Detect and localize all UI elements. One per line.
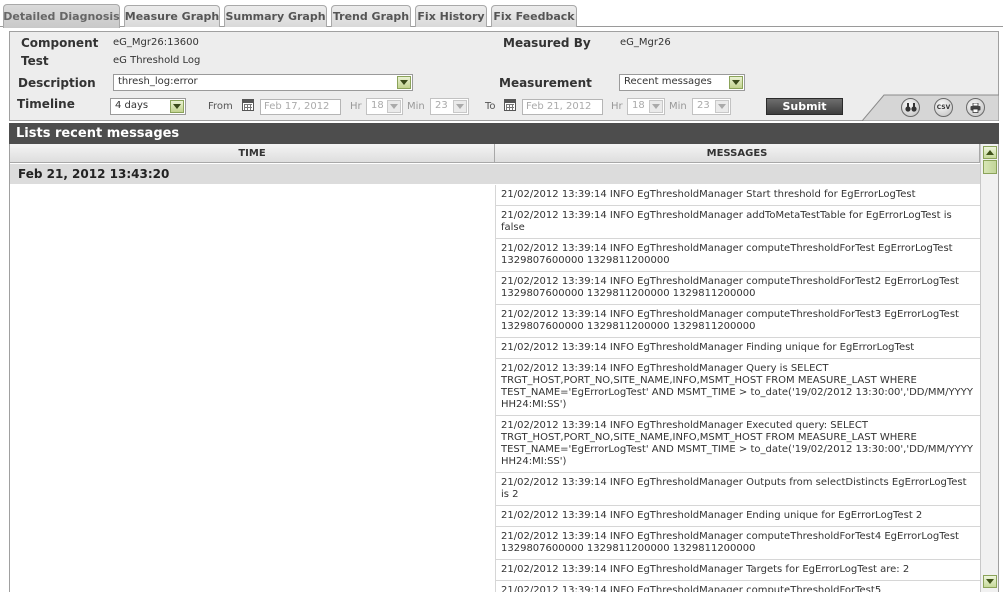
message-row: 21/02/2012 13:39:14 INFO EgThresholdMana… <box>495 305 980 338</box>
measurement-select-value: Recent messages <box>624 76 712 87</box>
to-hour-value: 18 <box>632 100 645 111</box>
measured-by-label: Measured By <box>503 36 591 50</box>
export-toolbar: CSV <box>862 94 999 121</box>
measurement-label: Measurement <box>499 76 592 90</box>
chevron-down-icon[interactable] <box>387 100 401 113</box>
time-group-row: Feb 21, 2012 13:43:20 <box>10 164 980 184</box>
test-value: eG Threshold Log <box>113 55 201 66</box>
scroll-up-icon[interactable] <box>983 146 997 159</box>
column-header-messages[interactable]: MESSAGES <box>495 144 980 163</box>
tab-trend-graph[interactable]: Trend Graph <box>331 5 411 27</box>
measured-by-value: eG_Mgr26 <box>620 37 671 48</box>
tab-summary-graph[interactable]: Summary Graph <box>224 5 327 27</box>
message-row: 21/02/2012 13:39:14 INFO EgThresholdMana… <box>495 239 980 272</box>
description-select[interactable]: thresh_log:error <box>113 74 413 91</box>
description-label: Description <box>18 76 96 90</box>
column-header-time[interactable]: TIME <box>10 144 495 163</box>
to-min-label: Min <box>669 101 687 112</box>
to-minute-select[interactable]: 23 <box>692 98 731 115</box>
timeline-label: Timeline <box>17 97 75 111</box>
from-hr-label: Hr <box>350 101 362 112</box>
binoculars-icon[interactable] <box>901 98 920 117</box>
scrollbar-thumb[interactable] <box>983 160 997 174</box>
description-select-value: thresh_log:error <box>118 76 198 87</box>
from-minute-select[interactable]: 23 <box>430 98 469 115</box>
results-table: TIME MESSAGES Feb 21, 2012 13:43:20 21/0… <box>9 144 999 592</box>
measurement-select[interactable]: Recent messages <box>619 74 745 91</box>
message-row: 21/02/2012 13:39:14 INFO EgThresholdMana… <box>495 359 980 416</box>
from-hour-value: 18 <box>371 100 384 111</box>
from-hour-select[interactable]: 18 <box>366 98 403 115</box>
vertical-scrollbar[interactable] <box>980 144 998 592</box>
results-title: Lists recent messages <box>9 123 999 144</box>
chevron-down-icon[interactable] <box>729 76 743 89</box>
csv-icon[interactable]: CSV <box>934 98 953 117</box>
message-row: 21/02/2012 13:39:14 INFO EgThresholdMana… <box>495 272 980 305</box>
chevron-down-icon[interactable] <box>397 76 411 89</box>
chevron-down-icon[interactable] <box>453 100 467 113</box>
to-label: To <box>485 101 496 112</box>
submit-button[interactable]: Submit <box>766 98 843 115</box>
component-label: Component <box>21 36 99 50</box>
message-row: 21/02/2012 13:39:14 INFO EgThresholdMana… <box>495 338 980 359</box>
message-row: 21/02/2012 13:39:14 INFO EgThresholdMana… <box>495 506 980 527</box>
message-row: 21/02/2012 13:39:14 INFO EgThresholdMana… <box>495 581 980 592</box>
to-minute-value: 23 <box>697 100 710 111</box>
tab-bar: Detailed Diagnosis Measure Graph Summary… <box>0 0 1003 28</box>
test-label: Test <box>21 54 49 68</box>
messages-list: 21/02/2012 13:39:14 INFO EgThresholdMana… <box>495 185 980 592</box>
scroll-down-icon[interactable] <box>983 575 997 588</box>
chevron-down-icon[interactable] <box>649 100 663 113</box>
chevron-down-icon[interactable] <box>715 100 729 113</box>
timeline-select[interactable]: 4 days <box>110 98 186 115</box>
calendar-icon[interactable] <box>504 99 516 111</box>
tab-fix-feedback[interactable]: Fix Feedback <box>491 5 577 27</box>
chevron-down-icon[interactable] <box>170 100 184 113</box>
from-min-label: Min <box>407 101 425 112</box>
message-row: 21/02/2012 13:39:14 INFO EgThresholdMana… <box>495 560 980 581</box>
to-hr-label: Hr <box>611 101 623 112</box>
print-icon[interactable] <box>966 98 985 117</box>
filter-panel: Component eG_Mgr26:13600 Test eG Thresho… <box>9 31 999 121</box>
tab-fix-history[interactable]: Fix History <box>415 5 487 27</box>
calendar-icon[interactable] <box>242 99 254 111</box>
message-row: 21/02/2012 13:39:14 INFO EgThresholdMana… <box>495 473 980 506</box>
message-row: 21/02/2012 13:39:14 INFO EgThresholdMana… <box>495 416 980 473</box>
from-minute-value: 23 <box>435 100 448 111</box>
tab-measure-graph[interactable]: Measure Graph <box>124 5 220 27</box>
to-date-field[interactable]: Feb 21, 2012 <box>522 99 603 115</box>
from-date-field[interactable]: Feb 17, 2012 <box>260 99 341 115</box>
message-row: 21/02/2012 13:39:14 INFO EgThresholdMana… <box>495 185 980 206</box>
to-hour-select[interactable]: 18 <box>627 98 665 115</box>
message-row: 21/02/2012 13:39:14 INFO EgThresholdMana… <box>495 206 980 239</box>
timeline-select-value: 4 days <box>115 100 149 111</box>
from-label: From <box>208 101 233 112</box>
component-value: eG_Mgr26:13600 <box>113 37 199 48</box>
tab-detailed-diagnosis[interactable]: Detailed Diagnosis <box>3 4 120 28</box>
message-row: 21/02/2012 13:39:14 INFO EgThresholdMana… <box>495 527 980 560</box>
